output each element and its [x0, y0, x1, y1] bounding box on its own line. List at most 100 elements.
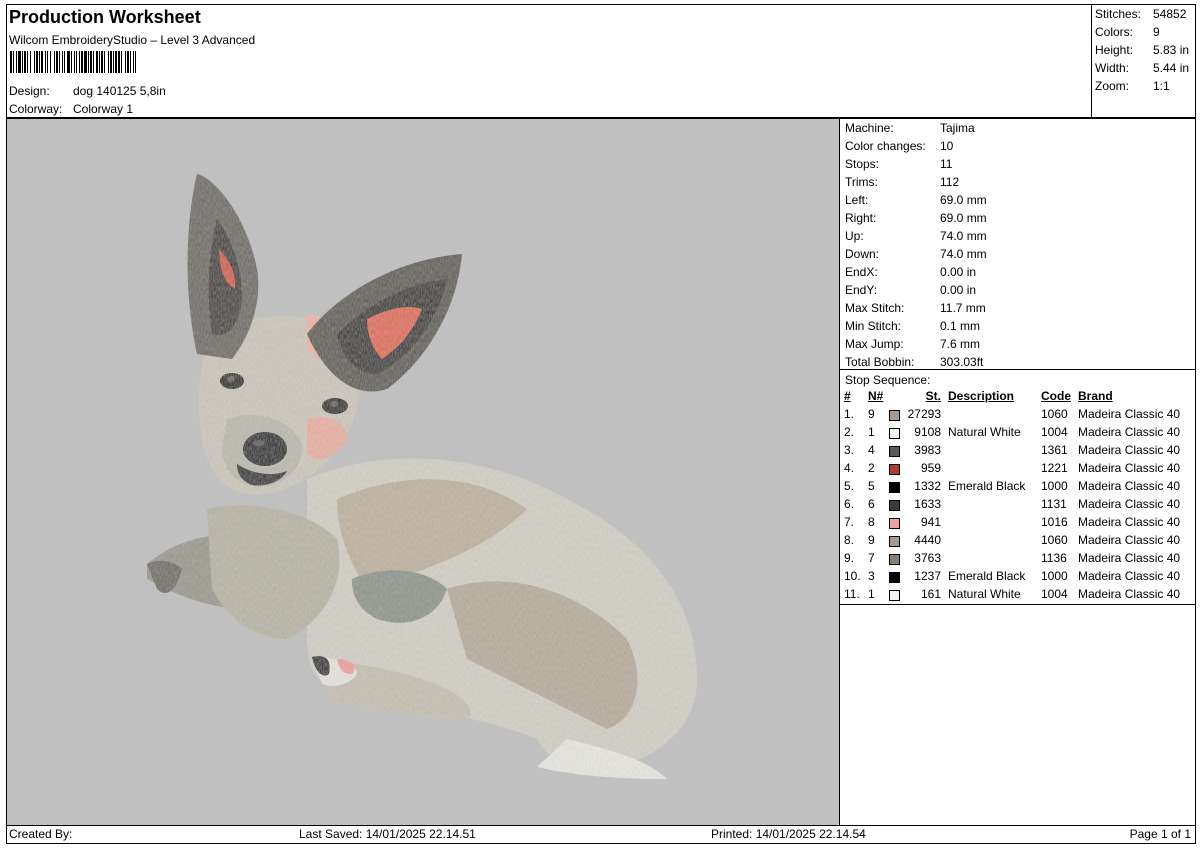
row-num: 8. [844, 533, 855, 547]
barcode-icon [10, 51, 136, 73]
row-brand: Madeira Classic 40 [1078, 461, 1181, 475]
divider [840, 369, 1196, 370]
color-swatch [889, 482, 900, 493]
stat-label: Width: [1095, 61, 1130, 75]
software-subtitle: Wilcom EmbroideryStudio – Level 3 Advanc… [9, 33, 256, 47]
row-brand: Madeira Classic 40 [1078, 551, 1181, 565]
machine-info-value: 0.00 in [940, 265, 977, 279]
machine-info-label: Down: [845, 247, 880, 261]
machine-info-label: EndX: [845, 265, 878, 279]
row-code: 1136 [1041, 551, 1067, 565]
row-brand: Madeira Classic 40 [1078, 443, 1181, 457]
row-num: 6. [844, 497, 855, 511]
row-stitches: 3983 [914, 443, 941, 457]
stop-sequence-row: 5. 5 1332 Emerald Black 1000 Madeira Classic … [840, 479, 1196, 497]
stat-row: Zoom: 1:1 [1095, 79, 1170, 93]
col-description: Description [948, 389, 1015, 403]
page-number: Page 1 of 1 [1129, 827, 1191, 841]
footer-bar: Created By: Last Saved: 14/01/2025 22.14… [6, 826, 1196, 844]
machine-info-value: 11 [940, 157, 953, 171]
color-swatch [889, 554, 900, 565]
machine-info-row: EndY: 0.00 in [845, 283, 976, 297]
row-stitches: 1237 [914, 569, 941, 583]
stat-label: Zoom: [1095, 79, 1130, 93]
color-swatch [889, 410, 900, 421]
design-value: dog 140125 5,8in [73, 84, 166, 98]
stop-sequence-title: Stop Sequence: [845, 373, 931, 387]
machine-info-value: 10 [940, 139, 954, 153]
design-label: Design: [9, 84, 50, 98]
machine-info-value: 69.0 mm [940, 193, 987, 207]
color-swatch [889, 464, 900, 475]
row-num: 7. [844, 515, 855, 529]
row-brand: Madeira Classic 40 [1078, 479, 1181, 493]
row-stitches: 9108 [914, 425, 941, 439]
machine-info-row: Total Bobbin: 303.03ft [845, 355, 983, 369]
color-swatch [889, 518, 900, 529]
stat-label: Stitches: [1095, 7, 1142, 21]
stop-sequence-row: 8. 9 4440 1060 Madeira Classic 40 [840, 533, 1196, 551]
stat-value: 5.83 in [1153, 43, 1190, 57]
row-stitches: 959 [920, 461, 941, 475]
machine-info-row: Left: 69.0 mm [845, 193, 987, 207]
row-code: 1016 [1041, 515, 1068, 529]
row-description: Emerald Black [948, 479, 1026, 493]
row-code: 1000 [1041, 479, 1068, 493]
machine-info-row: Machine: Tajima [845, 121, 975, 135]
stat-value: 5.44 in [1153, 61, 1190, 75]
production-worksheet: Production Worksheet Wilcom EmbroiderySt… [0, 0, 1200, 848]
dog-embroidery-image [147, 174, 697, 779]
stat-label: Colors: [1095, 25, 1134, 39]
machine-info-value: 0.00 in [940, 283, 977, 297]
row-brand: Madeira Classic 40 [1078, 497, 1181, 511]
row-brand: Madeira Classic 40 [1078, 515, 1181, 529]
row-stitches: 4440 [914, 533, 941, 547]
row-stitches: 1633 [914, 497, 941, 511]
row-needle: 2 [868, 461, 875, 475]
machine-info-row: Color changes: 10 [845, 139, 953, 153]
color-swatch [889, 428, 900, 439]
machine-info-value: 74.0 mm [940, 229, 987, 243]
stop-sequence-row: 7. 8 941 1016 Madeira Classic 40 [840, 515, 1196, 533]
machine-info-value: 7.6 mm [940, 337, 981, 351]
machine-info-label: Max Jump: [845, 337, 904, 351]
stop-sequence-row: 1. 9 27293 1060 Madeira Classic 40 [840, 407, 1196, 425]
stat-value: 9 [1153, 25, 1160, 39]
row-code: 1361 [1041, 443, 1068, 457]
machine-info-label: Right: [845, 211, 877, 225]
page-title: Production Worksheet [9, 7, 201, 27]
stat-value: 1:1 [1153, 79, 1170, 93]
row-description: Emerald Black [948, 569, 1026, 583]
stat-row: Height: 5.83 in [1095, 43, 1189, 57]
row-brand: Madeira Classic 40 [1078, 533, 1181, 547]
machine-info-label: Total Bobbin: [845, 355, 915, 369]
row-brand: Madeira Classic 40 [1078, 569, 1181, 583]
row-num: 3. [844, 443, 855, 457]
row-needle: 6 [868, 497, 875, 511]
machine-info-label: Stops: [845, 157, 880, 171]
machine-info-label: Machine: [845, 121, 894, 135]
color-swatch [889, 446, 900, 457]
col-st: St. [925, 389, 941, 403]
machine-info-label: Color changes: [845, 139, 926, 153]
machine-info-value: 69.0 mm [940, 211, 987, 225]
row-num: 9. [844, 551, 855, 565]
row-brand: Madeira Classic 40 [1078, 407, 1181, 421]
machine-info-row: Stops: 11 [845, 157, 952, 171]
row-needle: 3 [868, 569, 875, 583]
machine-info-label: Left: [845, 193, 869, 207]
machine-info-row: Right: 69.0 mm [845, 211, 987, 225]
color-swatch [889, 536, 900, 547]
stop-sequence-row: 3. 4 3983 1361 Madeira Classic 40 [840, 443, 1196, 461]
row-code: 1221 [1041, 461, 1068, 475]
col-num: # [844, 389, 851, 403]
stop-sequence-row: 9. 7 3763 1136 Madeira Classic 40 [840, 551, 1196, 569]
colorway-row: Colorway: Colorway 1 [9, 102, 133, 116]
row-needle: 5 [868, 479, 875, 493]
row-needle: 9 [868, 533, 875, 547]
row-stitches: 27293 [907, 407, 941, 421]
row-num: 11. [844, 587, 860, 601]
machine-info-row: Down: 74.0 mm [845, 247, 987, 261]
stop-sequence-row: 6. 6 1633 1131 Madeira Classic 40 [840, 497, 1196, 515]
machine-info-value: 74.0 mm [940, 247, 987, 261]
